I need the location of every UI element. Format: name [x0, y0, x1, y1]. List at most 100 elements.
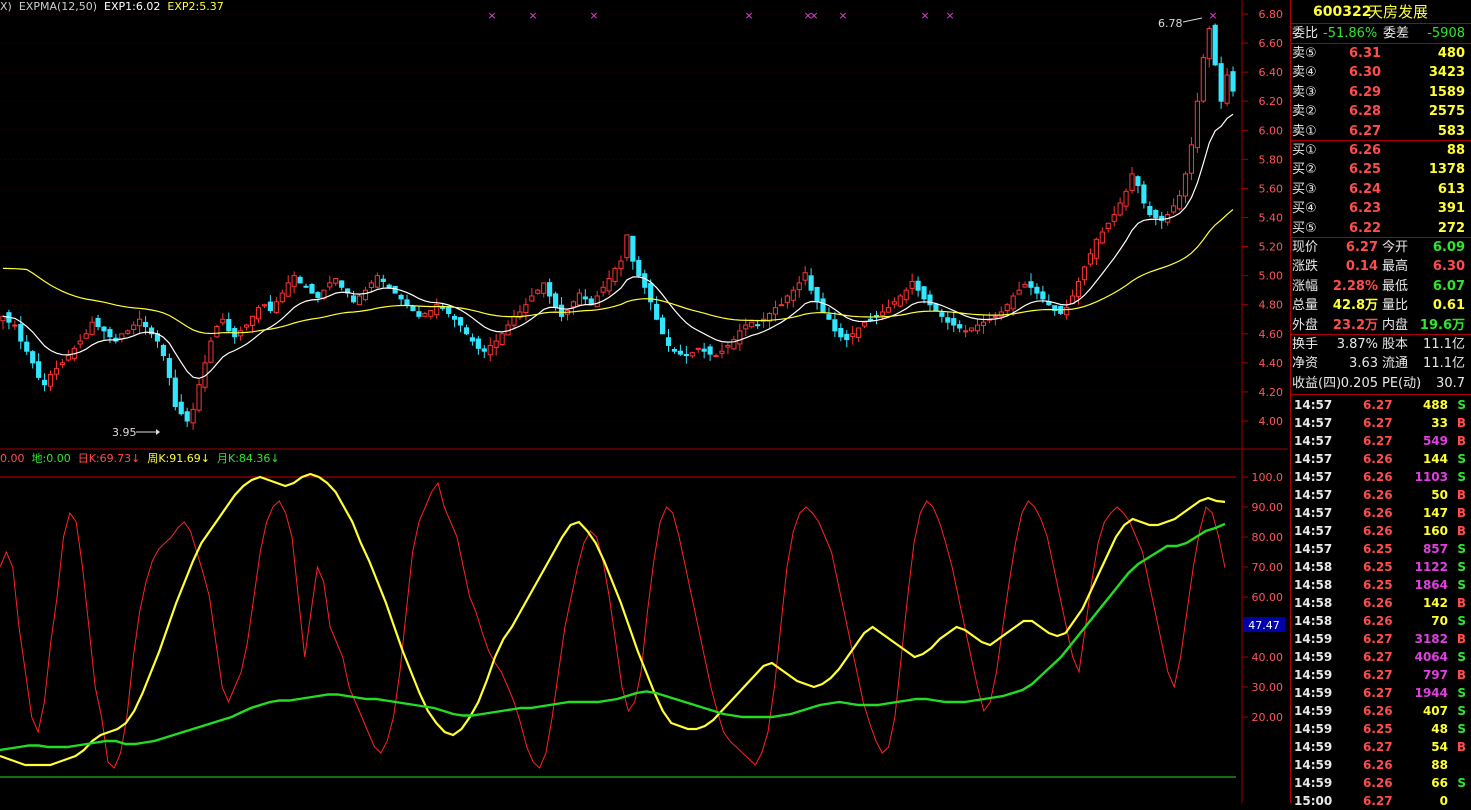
sell-price: 6.28 [1349, 104, 1382, 120]
candle-down [1034, 286, 1040, 294]
candle-up [374, 275, 380, 288]
expma-exp2-line [2, 209, 1234, 335]
fund-label: PE(动) [1382, 375, 1422, 391]
tick-side: S [1457, 650, 1466, 664]
tick-row[interactable]: 14:59 6.27 797 B [1291, 666, 1471, 684]
candle-down [642, 273, 648, 288]
sell-row[interactable]: 卖② 6.28 2575 [1291, 102, 1469, 121]
tick-row[interactable]: 14:57 6.26 147 B [1291, 504, 1471, 522]
sell-row[interactable]: 卖③ 6.29 1589 [1291, 83, 1469, 102]
k-axis-label: 100.0 [1252, 471, 1284, 484]
tick-time: 14:57 [1294, 416, 1333, 430]
candle-down [921, 286, 927, 300]
tick-row[interactable]: 14:57 6.27 33 B [1291, 414, 1471, 432]
tick-price: 6.27 [1363, 434, 1393, 448]
candle-up [719, 350, 725, 354]
tick-price: 6.25 [1363, 722, 1393, 736]
buy-row[interactable]: 买④ 6.23 391 [1291, 199, 1469, 218]
tick-side: B [1456, 668, 1466, 682]
candle-up [743, 324, 749, 330]
k-series-month [0, 522, 1226, 752]
tick-volume: 0 [1439, 794, 1448, 808]
buy-volume: 88 [1446, 143, 1465, 158]
stock-name[interactable]: 天房发展 [1368, 1, 1428, 23]
candle-up [493, 340, 499, 348]
kdj-legend-item: 地:0.00 [31, 452, 71, 465]
candle-down [30, 351, 36, 364]
tick-row[interactable]: 14:57 6.27 488 S [1291, 396, 1471, 414]
candle-up [249, 315, 256, 326]
buy-row[interactable]: 买③ 6.24 613 [1291, 180, 1469, 199]
tick-row[interactable]: 14:59 6.27 3182 B [1291, 630, 1471, 648]
buy-row[interactable]: 买⑤ 6.22 272 [1291, 219, 1469, 238]
tick-row[interactable]: 14:59 6.27 4064 S [1291, 648, 1471, 666]
candle-down [838, 327, 844, 338]
quote-row: 现价 6.27 今开 6.09 [1291, 238, 1469, 257]
tick-row[interactable]: 14:59 6.26 88 [1291, 756, 1471, 774]
tick-row[interactable]: 14:57 6.26 160 B [1291, 522, 1471, 540]
main-legend-item: X) [0, 0, 12, 13]
quote-value: 6.07 [1432, 278, 1465, 294]
tick-row[interactable]: 14:58 6.26 142 B [1291, 594, 1471, 612]
tick-row[interactable]: 14:59 6.26 407 S [1291, 702, 1471, 720]
tick-row[interactable]: 14:57 6.26 1103 S [1291, 468, 1471, 486]
candle-up [891, 301, 897, 305]
quote-value: 0.14 [1345, 259, 1378, 275]
buy-row[interactable]: 买② 6.25 1378 [1291, 160, 1469, 179]
candle-up [499, 333, 505, 346]
chart-svg[interactable]: 6.80 6.60 6.40 6.20 6.00 5.80 5.60 5.40 5.20 5.00… [0, 0, 1288, 803]
buy-row[interactable]: 买① 6.26 88 [1291, 141, 1469, 160]
tick-row[interactable]: 15:00 6.27 0 [1291, 792, 1471, 810]
tick-row[interactable]: 14:59 6.26 66 S [1291, 774, 1471, 792]
tick-volume: 1864 [1414, 578, 1448, 592]
tick-volume: 857 [1422, 542, 1448, 556]
candle-up [903, 289, 909, 301]
candle-down [867, 318, 874, 321]
tick-row[interactable]: 14:57 6.26 144 S [1291, 450, 1471, 468]
candle-down [814, 286, 820, 303]
candle-down [1230, 71, 1236, 92]
buy-price: 6.25 [1349, 162, 1382, 178]
tick-row[interactable]: 14:58 6.25 1122 S [1291, 558, 1471, 576]
buy-price: 6.22 [1349, 220, 1382, 236]
tick-price: 6.27 [1363, 740, 1393, 754]
tick-row[interactable]: 14:57 6.25 857 S [1291, 540, 1471, 558]
buy-volume: 272 [1437, 220, 1465, 236]
tick-row[interactable]: 14:58 6.26 70 S [1291, 612, 1471, 630]
fund-value: 0.205 [1340, 375, 1378, 391]
tick-time: 14:59 [1294, 650, 1333, 664]
k-axis-label: 60.00 [1252, 591, 1284, 604]
candle-down [18, 324, 24, 342]
signal-marker: × [945, 9, 954, 22]
signal-marker: × [528, 9, 537, 22]
sell-row[interactable]: 卖④ 6.30 3423 [1291, 63, 1469, 82]
tick-row[interactable]: 14:58 6.25 1864 S [1291, 576, 1471, 594]
candle-up [1182, 173, 1189, 197]
tick-row[interactable]: 14:59 6.25 48 S [1291, 720, 1471, 738]
candle-up [737, 330, 743, 345]
tick-row[interactable]: 14:59 6.27 1944 S [1291, 684, 1471, 702]
quote-row: 涨幅 2.28% 最低 6.07 [1291, 277, 1469, 296]
candle-down [927, 294, 933, 306]
candle-up [909, 280, 915, 289]
tick-time: 14:58 [1294, 614, 1333, 628]
tick-row[interactable]: 14:57 6.26 50 B [1291, 486, 1471, 504]
fund-label: 流通 [1382, 356, 1409, 372]
tick-side: S [1457, 704, 1466, 718]
tick-price: 6.26 [1363, 488, 1393, 502]
chart-area[interactable]: 6.80 6.60 6.40 6.20 6.00 5.80 5.60 5.40 5.20 5.00… [0, 0, 1288, 803]
candle-down [957, 324, 963, 329]
candle-up [53, 368, 60, 375]
candle-up [1010, 295, 1016, 310]
candle-up [862, 321, 868, 327]
tick-row[interactable]: 14:59 6.27 54 B [1291, 738, 1471, 756]
k-axis-label: 30.00 [1252, 681, 1284, 694]
sell-row[interactable]: 卖⑤ 6.31 480 [1291, 44, 1469, 63]
tick-time: 14:58 [1294, 560, 1333, 574]
tick-row[interactable]: 14:57 6.27 549 B [1291, 432, 1471, 450]
tick-side: B [1456, 524, 1466, 538]
candle-down [350, 295, 357, 303]
weicha-label: 委差 [1383, 26, 1410, 41]
candle-down [1141, 184, 1147, 204]
sell-row[interactable]: 卖① 6.27 583 [1291, 122, 1469, 141]
